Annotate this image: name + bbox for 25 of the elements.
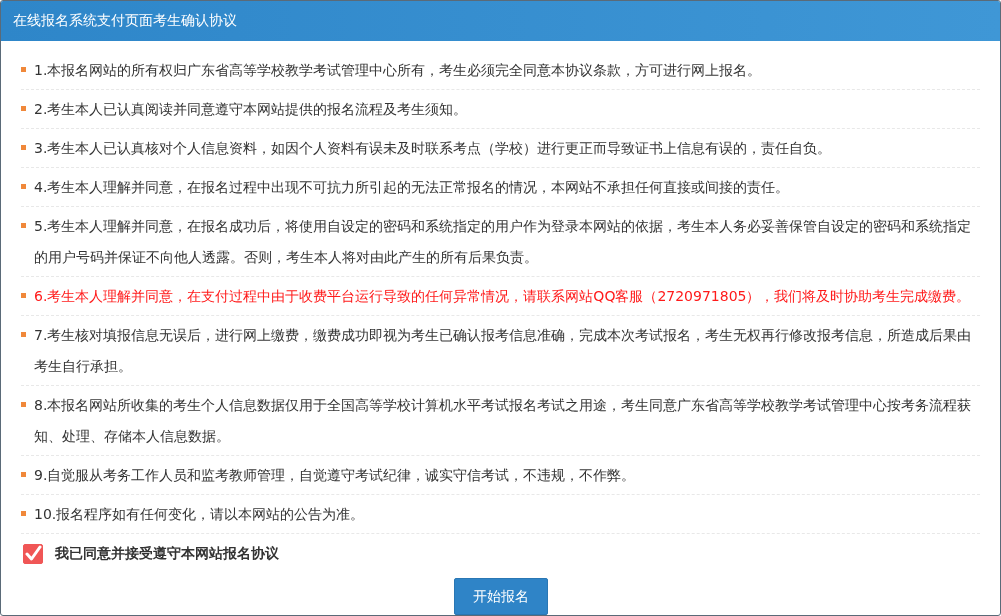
agreement-term: 2.考生本人已认真阅读并同意遵守本网站提供的报名流程及考生须知。 xyxy=(34,100,469,119)
bullet-icon xyxy=(21,402,26,407)
bullet-icon xyxy=(21,472,26,477)
agree-label: 我已同意并接受遵守本网站报名协议 xyxy=(55,545,279,563)
agreement-term: 5.考生本人理解并同意，在报名成功后，将使用自设定的密码和系统指定的用户作为登录本网站的依据，考生本人务必妥善保管自设定的密码和系统指定的用户号码并保证不向他人透露。否则，考生本人将对由此产生的所有后果负责。 xyxy=(34,217,973,267)
bullet-icon xyxy=(21,511,26,516)
window-title: 在线报名系统支付页面考生确认协议 xyxy=(13,12,237,30)
bullet-icon xyxy=(21,332,26,337)
agreement-term: 10.报名程序如有任何变化，请以本网站的公告为准。 xyxy=(34,505,366,524)
bullet-icon xyxy=(21,184,26,189)
agreement-term: 8.本报名网站所收集的考生个人信息数据仅用于全国高等学校计算机水平考试报名考试之用途，考生同意广东省高等学校教学考试管理中心按考务流程获知、处理、存储本人信息数据。 xyxy=(34,396,973,446)
check-icon xyxy=(24,545,42,563)
agreement-term: 7.考生核对填报信息无误后，进行网上缴费，缴费成功即视为考生已确认报考信息准确，完成本次考试报名，考生无权再行修改报考信息，所造成后果由考生自行承担。 xyxy=(34,326,973,376)
agreement-term: 9.自觉服从考务工作人员和监考教师管理，自觉遵守考试纪律，诚实守信考试，不违规，不作弊。 xyxy=(34,466,637,485)
bullet-icon xyxy=(21,293,26,298)
agreement-term: 3.考生本人已认真核对个人信息资料，如因个人资料有误未及时联系考点（学校）进行更正而导致证书上信息有误的，责任自负。 xyxy=(34,139,833,158)
agree-checkbox[interactable] xyxy=(23,544,43,564)
start-button[interactable]: 开始报名 xyxy=(453,578,548,615)
agreement-term: 1.本报名网站的所有权归广东省高等学校教学考试管理中心所有，考生必须完全同意本协议条款，方可进行网上报名。 xyxy=(34,61,763,80)
bullet-icon xyxy=(21,106,26,111)
agreement-term: 4.考生本人理解并同意，在报名过程中出现不可抗力所引起的无法正常报名的情况，本网站不承担任何直接或间接的责任。 xyxy=(34,178,791,197)
bullet-icon xyxy=(21,67,26,72)
agreement-term: 6.考生本人理解并同意，在支付过程中由于收费平台运行导致的任何异常情况，请联系网站QQ客服（2720971805），我们将及时协助考生完成缴费。 xyxy=(34,287,972,306)
bullet-icon xyxy=(21,145,26,150)
bullet-icon xyxy=(21,223,26,228)
